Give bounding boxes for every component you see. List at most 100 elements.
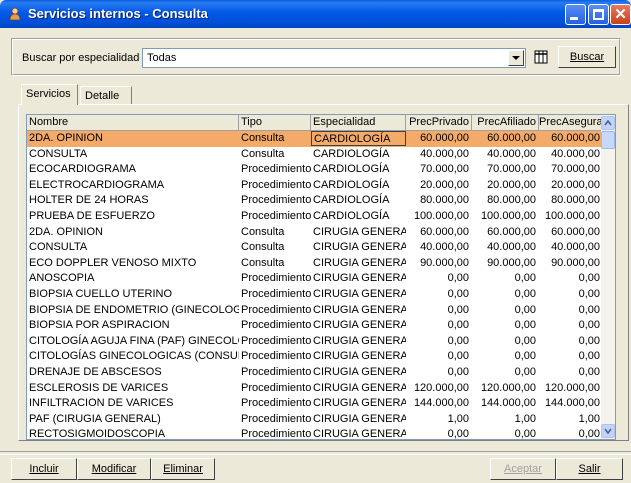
cell-tipo[interactable]: Procedimiento (239, 209, 311, 224)
cell-nombre[interactable]: CONSULTA (27, 147, 239, 162)
table-row[interactable]: INFILTRACION DE VARICES Procedimiento CIRU… (27, 396, 603, 412)
cell-nombre[interactable]: PRUEBA DE ESFUERZO (27, 209, 239, 224)
cell-precasegurado[interactable]: 100.000,00 (539, 209, 603, 224)
cell-precasegurado[interactable]: 144.000,00 (539, 396, 603, 411)
column-header-tipo[interactable]: Tipo (239, 115, 311, 131)
eliminar-button[interactable]: Eliminar (151, 458, 215, 480)
column-header-precafiliado[interactable]: PrecAfiliado (472, 115, 539, 131)
column-header-precprivado[interactable]: PrecPrivado (406, 115, 472, 131)
cell-precprivado[interactable]: 100.000,00 (406, 209, 472, 224)
cell-tipo[interactable]: Procedimiento (239, 271, 311, 286)
cell-precasegurado[interactable]: 60.000,00 (539, 225, 603, 240)
cell-precasegurado[interactable]: 1,00 (539, 412, 603, 427)
table-row[interactable]: BIOPSIA POR ASPIRACION Procedimiento CIRUG… (27, 318, 603, 334)
cell-precasegurado[interactable]: 80.000,00 (539, 193, 603, 208)
cell-precasegurado[interactable]: 60.000,00 (539, 131, 603, 146)
cell-precafiliado[interactable]: 0,00 (472, 287, 539, 302)
cell-especialidad[interactable]: CIRUGIA GENERAL (311, 427, 406, 439)
cell-tipo[interactable]: Procedimiento (239, 365, 311, 380)
modificar-button[interactable]: Modificar (77, 458, 151, 480)
cell-precasegurado[interactable]: 90.000,00 (539, 256, 603, 271)
cell-precasegurado[interactable]: 0,00 (539, 271, 603, 286)
cell-precprivado[interactable]: 70.000,00 (406, 162, 472, 177)
cell-precprivado[interactable]: 0,00 (406, 365, 472, 380)
cell-nombre[interactable]: HOLTER DE 24 HORAS (27, 193, 239, 208)
cell-precafiliado[interactable]: 1,00 (472, 412, 539, 427)
table-row[interactable]: HOLTER DE 24 HORAS Procedimiento CARDIOLOG… (27, 193, 603, 209)
cell-nombre[interactable]: BIOPSIA CUELLO UTERINO (27, 287, 239, 302)
cell-precasegurado[interactable]: 0,00 (539, 334, 603, 349)
cell-precprivado[interactable]: 0,00 (406, 349, 472, 364)
cell-precprivado[interactable]: 0,00 (406, 271, 472, 286)
cell-tipo[interactable]: Consulta (239, 256, 311, 271)
cell-especialidad[interactable]: CIRUGIA GENERAL (311, 412, 406, 427)
cell-precasegurado[interactable]: 0,00 (539, 318, 603, 333)
cell-especialidad[interactable]: CARDIOLOGÍA (311, 209, 406, 224)
cell-especialidad[interactable]: CIRUGIA GENERAL (311, 287, 406, 302)
cell-precprivado[interactable]: 0,00 (406, 303, 472, 318)
cell-precprivado[interactable]: 144.000,00 (406, 396, 472, 411)
cell-nombre[interactable]: CITOLOGÍA AGUJA FINA (PAF) GINECOLOGICA (27, 334, 239, 349)
cell-especialidad[interactable]: CARDIOLOGÍA (311, 162, 406, 177)
cell-tipo[interactable]: Procedimiento (239, 287, 311, 302)
cell-nombre[interactable]: ECOCARDIOGRAMA (27, 162, 239, 177)
cell-precafiliado[interactable]: 0,00 (472, 271, 539, 286)
cell-especialidad[interactable]: CIRUGIA GENERAL (311, 240, 406, 255)
cell-precprivado[interactable]: 60.000,00 (406, 131, 472, 146)
cell-precprivado[interactable]: 0,00 (406, 334, 472, 349)
cell-especialidad[interactable]: CIRUGIA GENERAL (311, 396, 406, 411)
cell-precasegurado[interactable]: 70.000,00 (539, 162, 603, 177)
cell-precafiliado[interactable]: 80.000,00 (472, 193, 539, 208)
cell-nombre[interactable]: ELECTROCARDIOGRAMA (27, 178, 239, 193)
cell-precprivado[interactable]: 40.000,00 (406, 240, 472, 255)
cell-precafiliado[interactable]: 70.000,00 (472, 162, 539, 177)
table-row[interactable]: ECO DOPPLER VENOSO MIXTO Consulta CIRUGIA … (27, 256, 603, 272)
cell-precafiliado[interactable]: 60.000,00 (472, 225, 539, 240)
cell-tipo[interactable]: Consulta (239, 225, 311, 240)
table-row[interactable]: CITOLOGÍAS GINECOLOGICAS (CONSULTA) Proce… (27, 349, 603, 365)
cell-nombre[interactable]: INFILTRACION DE VARICES (27, 396, 239, 411)
cell-especialidad[interactable]: CIRUGIA GENERAL (311, 349, 406, 364)
table-row[interactable]: RECTOSIGMOIDOSCOPIA Procedimiento CIRUGIA … (27, 427, 603, 439)
column-header-especialidad[interactable]: Especialidad (311, 115, 406, 131)
cell-nombre[interactable]: BIOPSIA POR ASPIRACION (27, 318, 239, 333)
cell-precafiliado[interactable]: 0,00 (472, 349, 539, 364)
buscar-button[interactable]: Buscar (558, 46, 616, 68)
maximize-button[interactable] (588, 4, 609, 25)
minimize-button[interactable] (565, 4, 586, 25)
cell-precafiliado[interactable]: 120.000,00 (472, 381, 539, 396)
column-header-precasegurado[interactable]: PrecAsegurado (539, 115, 603, 131)
scroll-thumb[interactable] (601, 131, 615, 149)
cell-especialidad[interactable]: CIRUGIA GENERAL (311, 365, 406, 380)
services-grid[interactable]: Nombre Tipo Especialidad PrecPrivado Pre… (26, 114, 616, 440)
cell-precafiliado[interactable]: 0,00 (472, 334, 539, 349)
table-row[interactable]: ELECTROCARDIOGRAMA Procedimiento CARDIOLOG… (27, 178, 603, 194)
especialidad-combo[interactable]: Todas (142, 48, 526, 68)
cell-precafiliado[interactable]: 60.000,00 (472, 131, 539, 146)
salir-button[interactable]: Salir (556, 458, 623, 480)
cell-precprivado[interactable]: 1,00 (406, 412, 472, 427)
cell-especialidad[interactable]: CIRUGIA GENERAL (311, 334, 406, 349)
table-row[interactable]: ANOSCOPIA Procedimiento CIRUGIA GENERAL 0,0… (27, 271, 603, 287)
tab-detalle[interactable]: Detalle (80, 86, 132, 104)
table-row[interactable]: CITOLOGÍA AGUJA FINA (PAF) GINECOLOGICAP… (27, 334, 603, 350)
vertical-scrollbar[interactable] (601, 115, 615, 439)
cell-precasegurado[interactable]: 0,00 (539, 287, 603, 302)
cell-nombre[interactable]: ECO DOPPLER VENOSO MIXTO (27, 256, 239, 271)
cell-nombre[interactable]: DRENAJE DE ABSCESOS (27, 365, 239, 380)
cell-especialidad[interactable]: CARDIOLOGÍA (311, 178, 406, 193)
cell-precafiliado[interactable]: 0,00 (472, 303, 539, 318)
cell-precasegurado[interactable]: 40.000,00 (539, 240, 603, 255)
cell-precafiliado[interactable]: 0,00 (472, 318, 539, 333)
cell-tipo[interactable]: Procedimiento (239, 412, 311, 427)
cell-precafiliado[interactable]: 144.000,00 (472, 396, 539, 411)
cell-tipo[interactable]: Consulta (239, 131, 311, 146)
cell-tipo[interactable]: Procedimiento (239, 162, 311, 177)
title-bar[interactable]: Servicios internos - Consulta ✕ (0, 0, 631, 28)
column-header-nombre[interactable]: Nombre (27, 115, 239, 131)
cell-tipo[interactable]: Consulta (239, 240, 311, 255)
cell-precafiliado[interactable]: 20.000,00 (472, 178, 539, 193)
cell-nombre[interactable]: 2DA. OPINION (27, 225, 239, 240)
cell-especialidad[interactable]: CARDIOLOGÍA (311, 131, 406, 146)
aceptar-button[interactable]: Aceptar (490, 458, 556, 480)
